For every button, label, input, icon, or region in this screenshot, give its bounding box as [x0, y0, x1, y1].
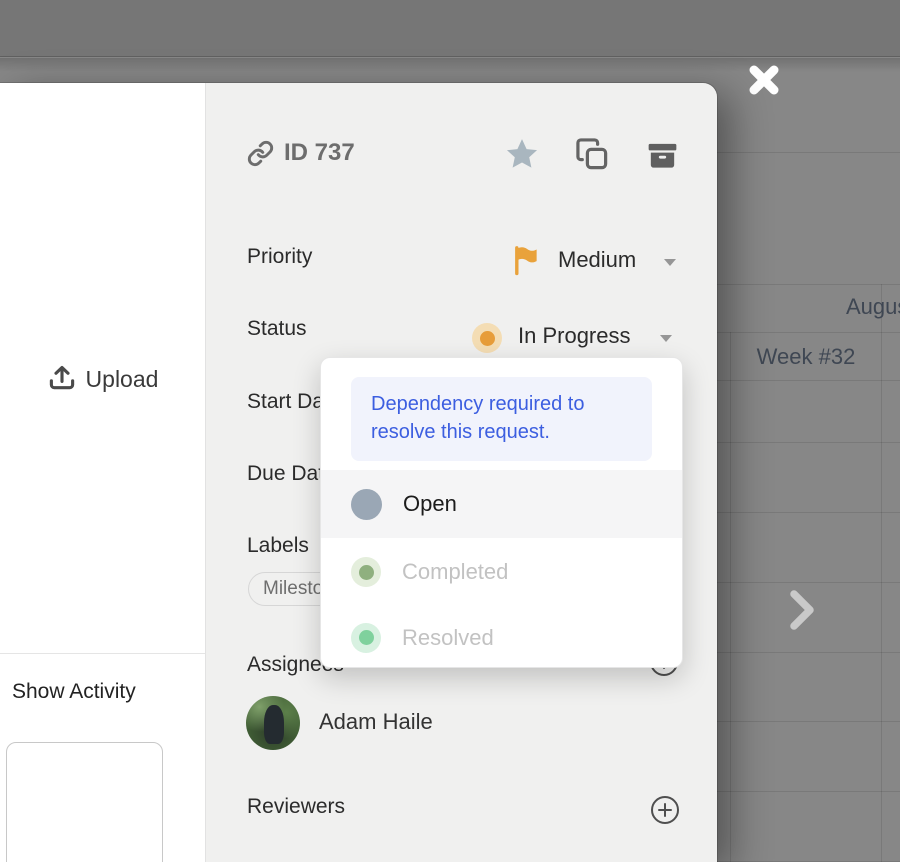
priority-value[interactable]: Medium: [558, 247, 636, 273]
archive-icon[interactable]: [645, 138, 680, 173]
priority-flag-icon: [510, 243, 544, 277]
timeline-next-chevron-icon[interactable]: [786, 586, 818, 634]
priority-caret-icon[interactable]: [664, 259, 676, 266]
close-icon[interactable]: [742, 58, 786, 102]
timeline-month-label: August: [846, 294, 900, 319]
show-activity-toggle[interactable]: Show Activity: [12, 680, 136, 704]
divider: [0, 653, 205, 654]
status-option-label: Open: [403, 491, 457, 516]
assignee-name: Adam Haile: [319, 709, 433, 734]
completed-status-dot: [351, 557, 381, 587]
status-option-label: Completed: [402, 559, 509, 584]
favorite-star-icon[interactable]: [503, 136, 541, 174]
resolved-status-dot: [351, 622, 381, 653]
attachments-column: Upload Show Activity: [0, 83, 205, 862]
assignee-avatar: [246, 696, 300, 750]
status-dot: [472, 323, 502, 353]
app-screen: August Week #32 Upload Show Activity: [0, 0, 900, 862]
open-status-dot: [351, 488, 382, 520]
status-option-completed: Completed: [321, 538, 682, 606]
link-icon[interactable]: [247, 140, 274, 167]
reviewers-label: Reviewers: [247, 795, 346, 818]
status-option-resolved: Resolved: [321, 606, 682, 667]
status-value[interactable]: In Progress: [518, 323, 631, 349]
upload-button-label: Upload: [85, 366, 159, 392]
priority-label: Priority: [247, 245, 313, 268]
add-reviewer-icon[interactable]: [649, 794, 681, 826]
timeline-week-label: Week #32: [756, 344, 856, 369]
status-option-label: Resolved: [402, 624, 494, 650]
duplicate-icon[interactable]: [575, 137, 610, 172]
status-option-open[interactable]: Open: [321, 470, 682, 538]
status-caret-icon[interactable]: [660, 335, 672, 342]
upload-button[interactable]: Upload: [0, 362, 205, 397]
labels-label: Labels: [247, 534, 309, 557]
status-label: Status: [247, 317, 307, 340]
task-id: ID 737: [284, 139, 355, 166]
comment-input[interactable]: [6, 742, 163, 862]
upload-icon: [47, 362, 77, 397]
dependency-notice: Dependency required to resolve this requ…: [351, 377, 652, 461]
status-dropdown-menu: Dependency required to resolve this requ…: [320, 357, 683, 668]
